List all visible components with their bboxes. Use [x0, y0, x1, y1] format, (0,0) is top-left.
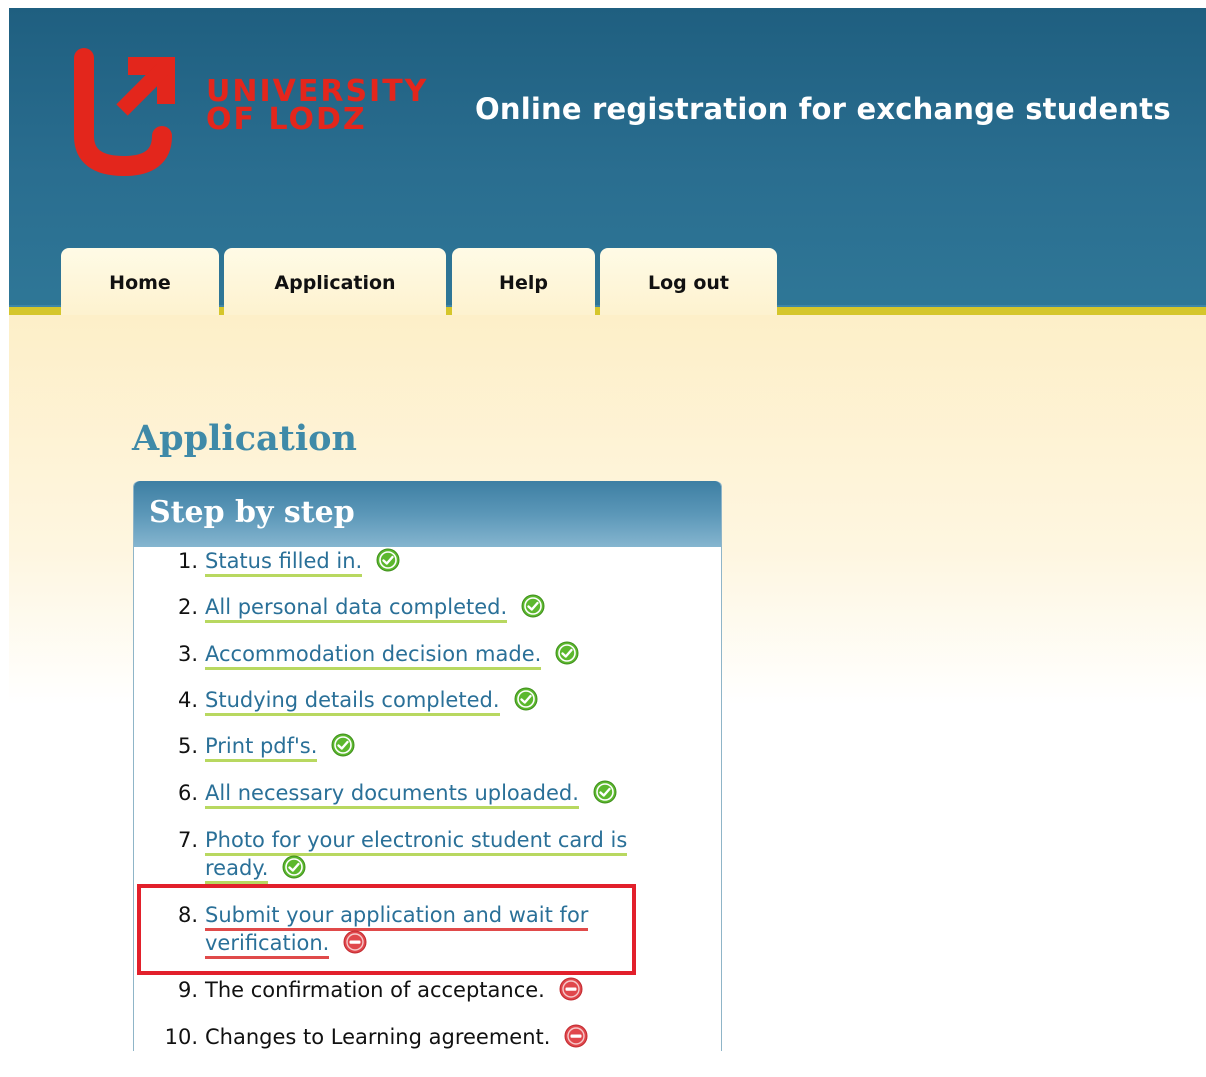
step-link[interactable]: Studying details completed.: [205, 688, 500, 716]
check-circle-icon: [521, 594, 545, 618]
step-number: 1.: [177, 549, 198, 573]
logo-line-2: OF LODZ: [206, 102, 367, 137]
step-line-2: ready.: [205, 855, 306, 884]
list-item: 2. All personal data completed.: [178, 594, 545, 623]
step-number: 4.: [177, 688, 198, 712]
step-number: 2.: [177, 595, 198, 619]
tab-application[interactable]: Application: [224, 248, 446, 315]
list-item: 3. Accommodation decision made.: [178, 641, 579, 670]
list-item: 9. The confirmation of acceptance.: [178, 977, 583, 1003]
check-circle-icon: [282, 855, 306, 879]
minus-circle-icon: [564, 1024, 588, 1048]
check-circle-icon: [331, 733, 355, 757]
step-link[interactable]: All necessary documents uploaded.: [205, 781, 579, 809]
tab-help[interactable]: Help: [452, 248, 595, 315]
step-link-continued[interactable]: ready.: [205, 856, 269, 884]
step-link[interactable]: Photo for your electronic student card i…: [205, 828, 628, 856]
step-number: 3.: [177, 642, 198, 666]
step-link[interactable]: Status filled in.: [205, 549, 363, 577]
check-circle-icon: [555, 641, 579, 665]
check-circle-icon: [376, 548, 400, 572]
steps-list: 1. Status filled in. 2. All personal dat…: [134, 481, 723, 1071]
step-text: The confirmation of acceptance.: [205, 978, 545, 1002]
list-item: 4. Studying details completed.: [178, 687, 538, 716]
minus-circle-icon: [559, 977, 583, 1001]
list-item: 10. Changes to Learning agreement.: [165, 1024, 588, 1050]
list-item: 5. Print pdf's.: [178, 733, 355, 762]
list-item: 6. All necessary documents uploaded.: [178, 780, 617, 809]
step-text: Changes to Learning agreement.: [205, 1025, 551, 1049]
list-item: 7. Photo for your electronic student car…: [178, 828, 628, 884]
site-title: Online registration for exchange student…: [475, 92, 1171, 126]
step-link[interactable]: Accommodation decision made.: [205, 642, 542, 670]
step-link[interactable]: Print pdf's.: [205, 734, 318, 762]
step-number: 7.: [177, 828, 198, 852]
highlight-annotation: [137, 884, 636, 975]
step-by-step-panel: Step by step 1. Status filled in. 2. All…: [132, 481, 732, 1077]
step-number: 6.: [177, 781, 198, 805]
check-circle-icon: [514, 687, 538, 711]
list-item: 1. Status filled in.: [178, 548, 400, 577]
step-number: 9.: [177, 978, 198, 1002]
logo-wordmark: UNIVERSITY OF LODZ: [206, 77, 428, 137]
step-link[interactable]: All personal data completed.: [205, 595, 508, 623]
step-number: 10.: [164, 1025, 198, 1049]
page-title: Application: [132, 418, 357, 459]
step-number: 5.: [177, 734, 198, 758]
tab-home[interactable]: Home: [61, 248, 219, 315]
tab-log-out[interactable]: Log out: [600, 248, 777, 315]
check-circle-icon: [593, 780, 617, 804]
